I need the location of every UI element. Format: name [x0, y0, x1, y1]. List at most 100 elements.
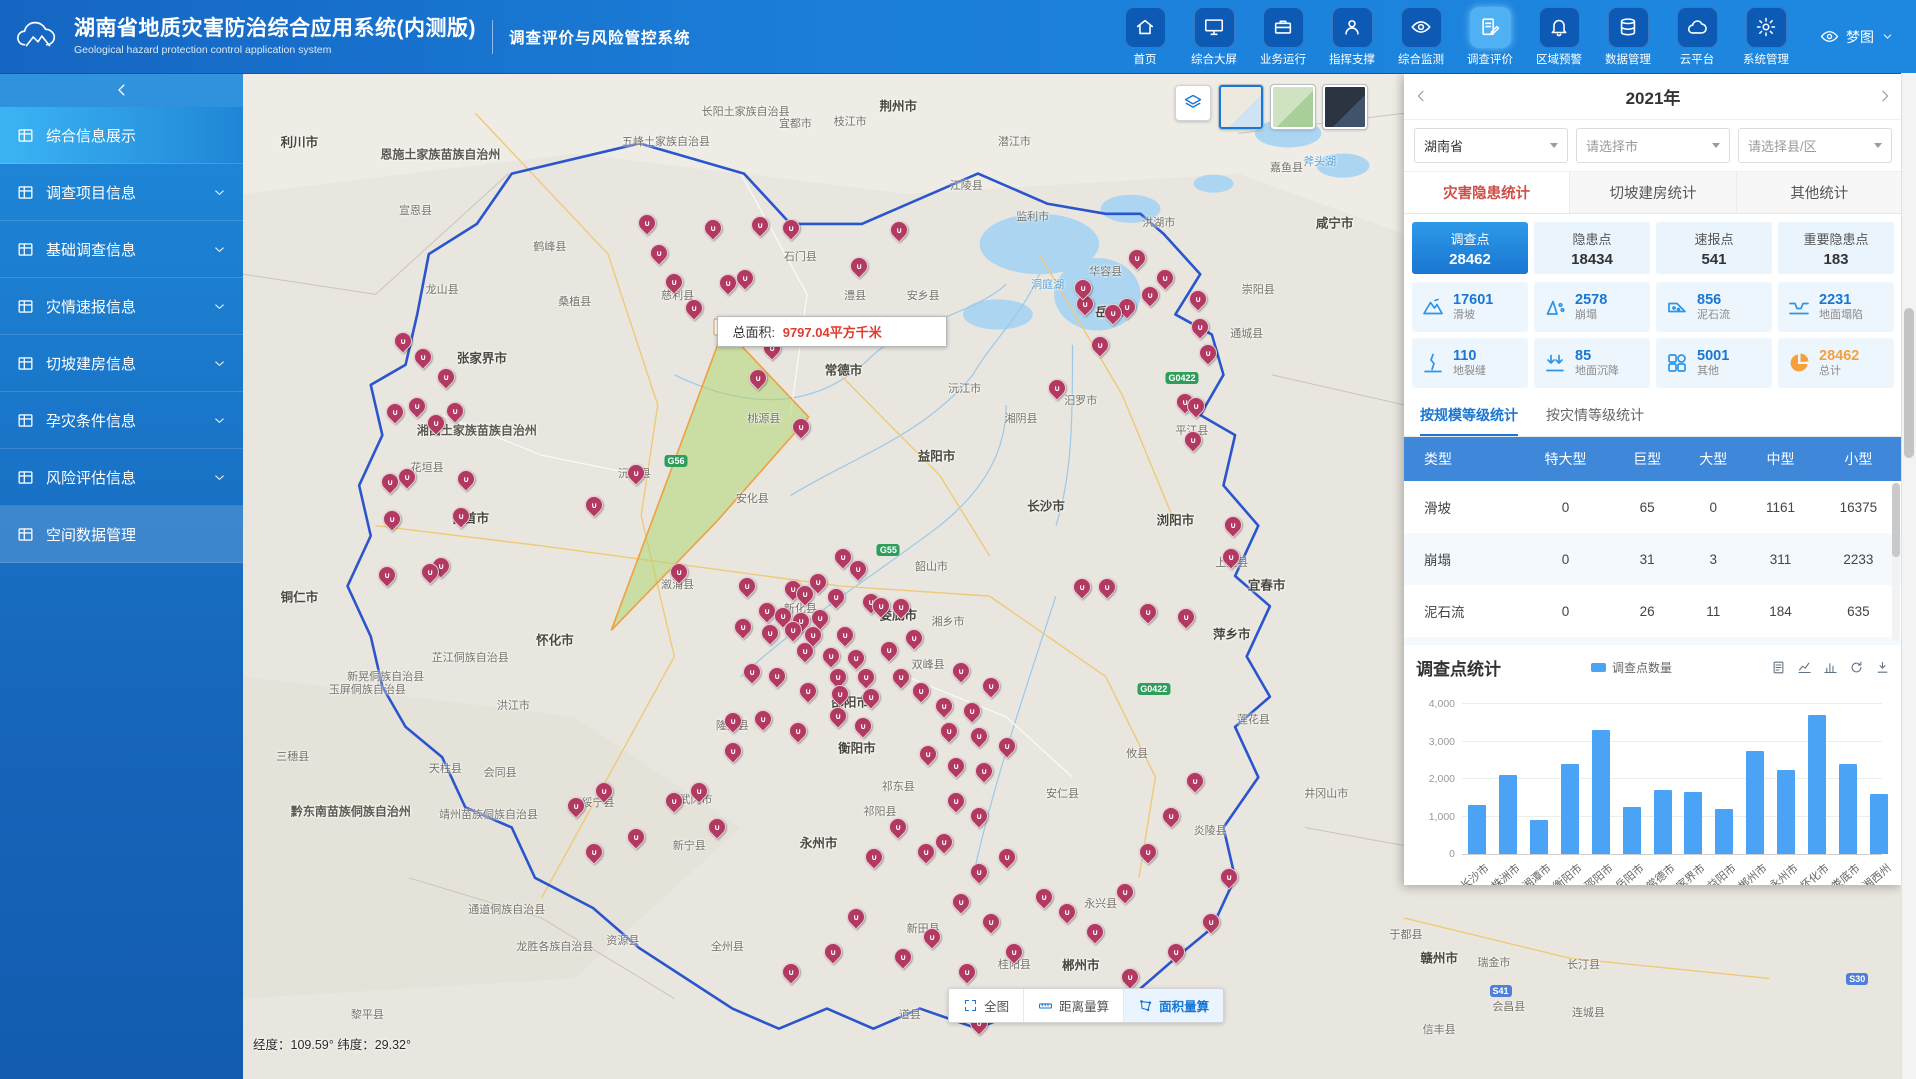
stat-box-value: 183	[1823, 251, 1848, 268]
hazard-cell[interactable]: 17601滑坡	[1412, 282, 1528, 332]
sidebar-item-report[interactable]: 灾情速报信息	[0, 278, 243, 335]
tab-0[interactable]: 灾害隐患统计	[1404, 172, 1570, 213]
landslide-glyph: ∪	[1190, 291, 1206, 307]
hazard-cell[interactable]: 85地面沉降	[1534, 338, 1650, 388]
landslide-glyph: ∪	[725, 743, 741, 759]
chart-bar[interactable]	[1592, 730, 1610, 854]
sidebar-item-project[interactable]: 调查项目信息	[0, 164, 243, 221]
chart-bar[interactable]	[1654, 790, 1672, 854]
nav-item-business[interactable]: 业务运行	[1255, 7, 1311, 67]
sidebar-item-risk[interactable]: 风险评估信息	[0, 449, 243, 506]
chart-bar[interactable]	[1715, 809, 1733, 854]
stat-box[interactable]: 调查点28462	[1412, 222, 1528, 274]
ruler-icon	[1038, 998, 1053, 1013]
refresh-icon[interactable]	[1849, 660, 1864, 675]
x-axis-label: 娄底市	[1827, 860, 1863, 885]
region-select-2[interactable]: 请选择县/区	[1738, 128, 1892, 163]
chart-bar[interactable]	[1839, 764, 1857, 854]
chart-bar[interactable]	[1870, 794, 1888, 854]
sub-tab-0[interactable]: 按规模等级统计	[1420, 405, 1518, 436]
full-measure-button[interactable]: 全图	[949, 989, 1023, 1022]
y-axis-tick: 3,000	[1429, 736, 1455, 748]
area-measure-button[interactable]: 面积量算	[1123, 989, 1223, 1022]
nav-item-cloud[interactable]: 云平台	[1669, 7, 1725, 67]
user-menu[interactable]: 梦图	[1820, 27, 1894, 47]
table-scrollbar-thumb[interactable]	[1892, 483, 1900, 557]
table-cell: 184	[1746, 585, 1814, 637]
nav-item-home[interactable]: 首页	[1117, 7, 1173, 67]
nav-item-survey[interactable]: 调查评价	[1462, 7, 1518, 67]
bar-chart-icon[interactable]	[1823, 660, 1838, 675]
chart-bar[interactable]	[1808, 715, 1826, 854]
nav-item-command[interactable]: 指挥支撑	[1324, 7, 1380, 67]
table-row[interactable]: 滑坡0650116116375	[1404, 481, 1902, 533]
hazard-cell[interactable]: 2231地面塌陷	[1778, 282, 1894, 332]
stat-box-value: 541	[1701, 251, 1726, 268]
table-row[interactable]: 地面塌陷07593951752	[1404, 637, 1902, 645]
layers-button[interactable]	[1175, 85, 1211, 121]
region-select-1[interactable]: 请选择市	[1576, 128, 1730, 163]
chart-bar[interactable]	[1561, 764, 1579, 854]
hazard-cell[interactable]: 5001其他	[1656, 338, 1772, 388]
basemap-street-thumbnail[interactable]	[1219, 85, 1263, 129]
download-icon[interactable]	[1875, 660, 1890, 675]
nav-item-data[interactable]: 数据管理	[1600, 7, 1656, 67]
landslide-glyph: ∪	[1188, 398, 1204, 414]
prev-year-button[interactable]	[1404, 79, 1438, 113]
next-year-button[interactable]	[1868, 79, 1902, 113]
stat-box[interactable]: 隐患点18434	[1534, 222, 1650, 274]
hazard-cell[interactable]: 28462总计	[1778, 338, 1894, 388]
sidebar-item-overview[interactable]: 综合信息展示	[0, 107, 243, 164]
chart-legend[interactable]: 调查点数量	[1591, 659, 1672, 676]
sidebar-collapse-button[interactable]	[0, 73, 243, 107]
hazard-cell[interactable]: 2578崩塌	[1534, 282, 1650, 332]
landslide-glyph: ∪	[387, 404, 403, 420]
chevron-down-icon	[1881, 30, 1894, 43]
sidebar-item-spatial[interactable]: 空间数据管理	[0, 506, 243, 563]
stat-box[interactable]: 速报点541	[1656, 222, 1772, 274]
chart-bar[interactable]	[1684, 792, 1702, 854]
basemap-satellite-thumbnail[interactable]	[1323, 85, 1367, 129]
line-chart-icon[interactable]	[1797, 660, 1812, 675]
hazard-cell[interactable]: 856泥石流	[1656, 282, 1772, 332]
page-scrollbar-thumb[interactable]	[1904, 308, 1914, 458]
data-view-icon[interactable]	[1771, 660, 1786, 675]
nav-item-system[interactable]: 系统管理	[1738, 7, 1794, 67]
table-row[interactable]: 崩塌03133112233	[1404, 533, 1902, 585]
nav-item-warning[interactable]: 区域预警	[1531, 7, 1587, 67]
sidebar-item-condition[interactable]: 孕灾条件信息	[0, 392, 243, 449]
caret-down-icon	[1712, 143, 1720, 148]
table-row[interactable]: 泥石流02611184635	[1404, 585, 1902, 637]
sub-tab-1[interactable]: 按灾情等级统计	[1546, 405, 1644, 436]
hazard-cell[interactable]: 110地裂缝	[1412, 338, 1528, 388]
survey-icon	[1479, 16, 1501, 38]
select-value: 湖南省	[1424, 136, 1463, 155]
landslide-glyph: ∪	[628, 465, 644, 481]
chart-bar[interactable]	[1468, 805, 1486, 854]
tab-1[interactable]: 切坡建房统计	[1570, 172, 1736, 213]
nav-item-monitor[interactable]: 综合监测	[1393, 7, 1449, 67]
landslide-glyph: ∪	[709, 819, 725, 835]
select-value: 请选择市	[1586, 136, 1638, 155]
landslide-glyph: ∪	[999, 738, 1015, 754]
distance-measure-button[interactable]: 距离量算	[1023, 989, 1123, 1022]
landslide-glyph: ∪	[666, 793, 682, 809]
sidebar-item-slope[interactable]: 切坡建房信息	[0, 335, 243, 392]
chevron-left-icon	[1413, 88, 1429, 104]
landslide-glyph: ∪	[964, 703, 980, 719]
chart-bar[interactable]	[1530, 820, 1548, 854]
chart-bar[interactable]	[1623, 807, 1641, 854]
landslide-glyph: ∪	[739, 578, 755, 594]
nav-item-bigscreen[interactable]: 综合大屏	[1186, 7, 1242, 67]
landslide-glyph: ∪	[1221, 869, 1237, 885]
tab-2[interactable]: 其他统计	[1737, 172, 1902, 213]
region-select-0[interactable]: 湖南省	[1414, 128, 1568, 163]
landslide-glyph: ∪	[1223, 549, 1239, 565]
chart-bar[interactable]	[1746, 751, 1764, 854]
landslide-glyph: ∪	[725, 713, 741, 729]
stat-box[interactable]: 重要隐患点183	[1778, 222, 1894, 274]
basemap-terrain-thumbnail[interactable]	[1271, 85, 1315, 129]
sidebar-item-basic[interactable]: 基础调查信息	[0, 221, 243, 278]
chart-bar[interactable]	[1499, 775, 1517, 854]
chart-bar[interactable]	[1777, 770, 1795, 854]
